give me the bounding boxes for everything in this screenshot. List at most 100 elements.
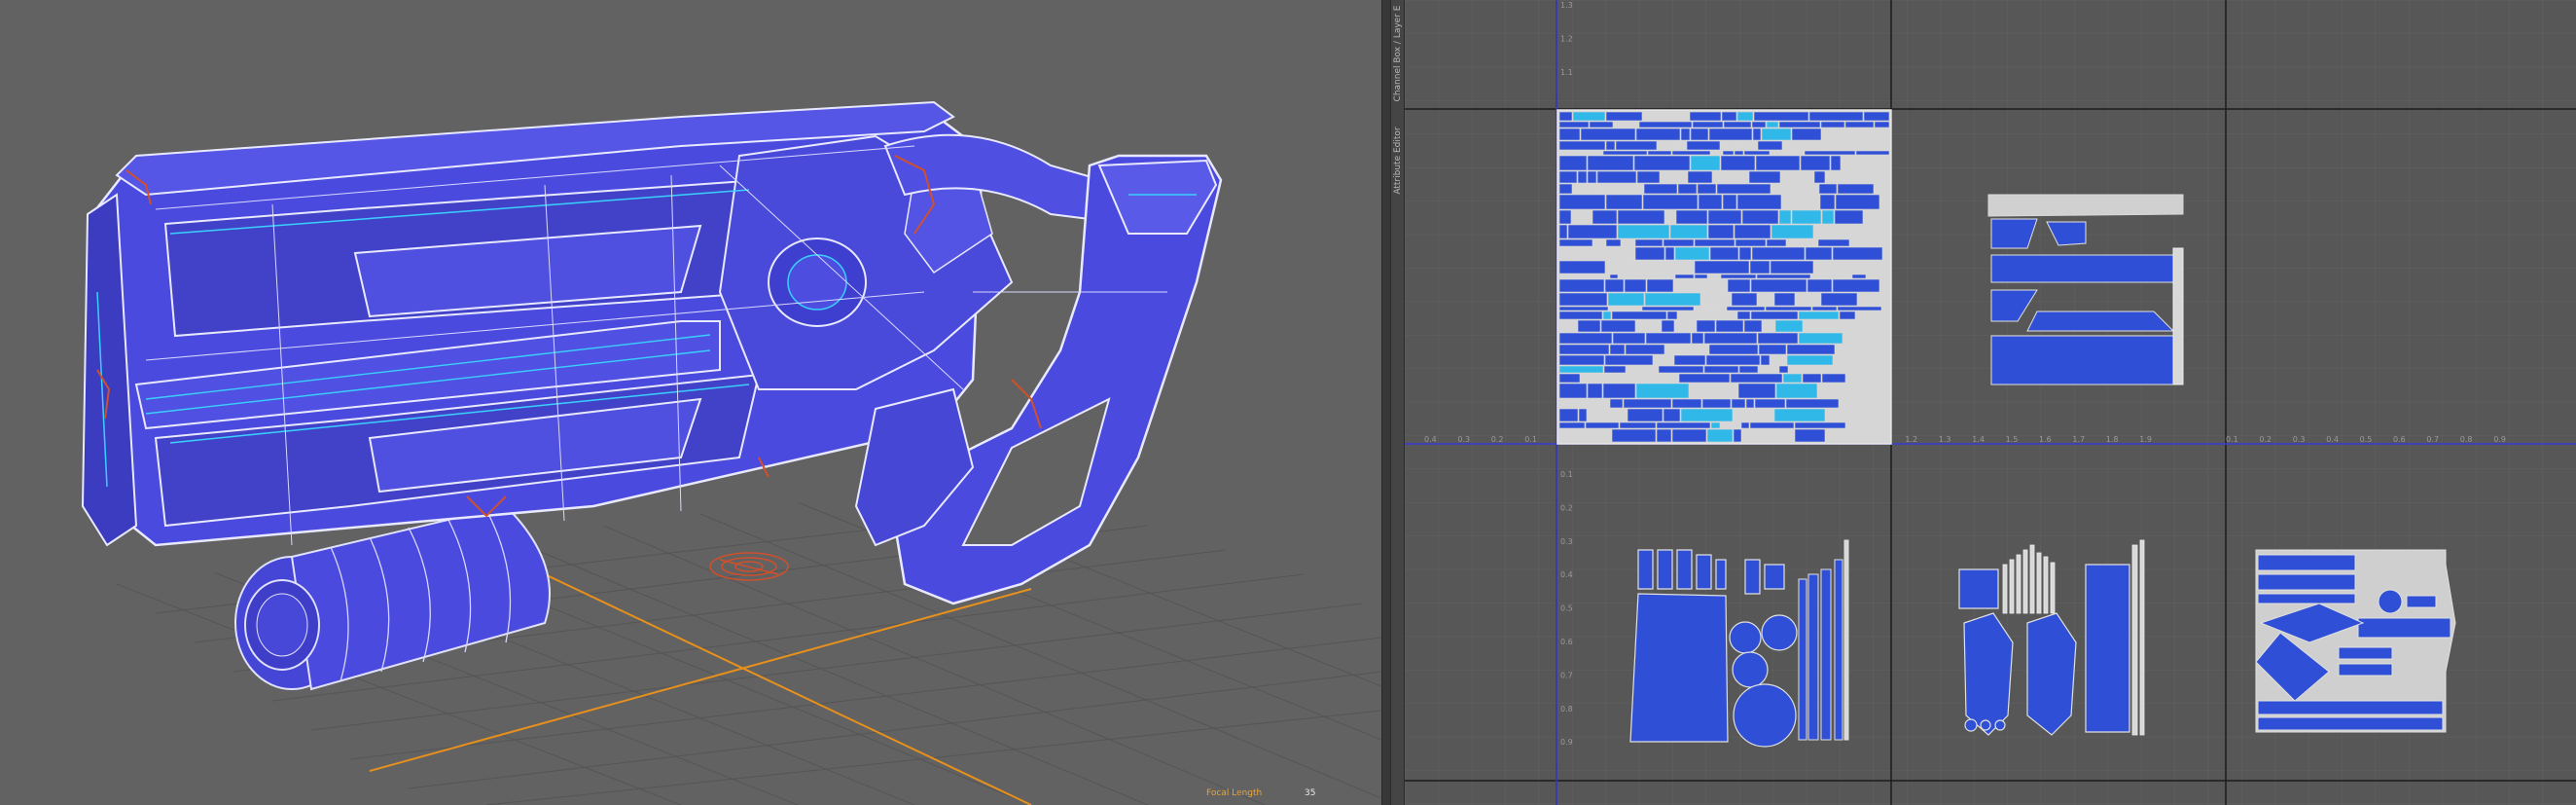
uv-shell[interactable] [1766,121,1779,128]
uv-shell[interactable] [1741,428,1795,443]
uv-shell[interactable] [1771,183,1819,195]
uv-shell[interactable] [1558,260,1606,274]
uv-shell[interactable] [1820,121,1845,128]
uv-shell[interactable] [1558,194,1606,210]
uv-shell[interactable] [1798,311,1840,320]
viewport-canvas[interactable] [0,0,1381,805]
uv-shell[interactable] [1743,150,1771,156]
uv-shell[interactable] [1720,140,1736,151]
uv-shell[interactable] [1585,421,1620,429]
uv-shell[interactable] [1607,246,1635,261]
uv-shell[interactable] [1580,128,1636,141]
uv-shell[interactable] [1676,140,1687,151]
uv-shell[interactable] [1757,292,1774,307]
uv-shell[interactable] [1638,121,1693,128]
uv-shell[interactable] [1818,183,1838,195]
uv-shell[interactable] [1707,224,1735,239]
uv-shell[interactable] [1694,238,1735,247]
uv-shell[interactable] [1669,224,1708,239]
uv-shell[interactable] [1694,306,1727,311]
uv-shell[interactable] [1720,274,1757,279]
uv-shell[interactable] [1558,306,1609,311]
uv-shell[interactable] [1736,111,1754,122]
uv-shell[interactable] [1615,140,1658,151]
uv-shell[interactable] [1642,111,1690,122]
uv-shell[interactable] [1677,311,1719,320]
uv-shell[interactable] [1558,383,1588,399]
uv-shell[interactable] [1813,224,1829,239]
uv-shell[interactable] [1782,140,1830,151]
uv-shell[interactable] [1758,365,1779,374]
uv-shell[interactable] [1558,354,1605,366]
uv-shell[interactable] [1578,408,1588,422]
uv-shell[interactable] [1600,319,1636,333]
tab-channel-box[interactable]: Channel Box / Layer E [1391,0,1405,107]
uv-shell[interactable] [1577,246,1608,261]
uv-shell[interactable] [1874,121,1890,128]
uv-shell[interactable] [1558,246,1578,261]
uv-shell[interactable] [1800,155,1831,171]
uv-shell[interactable] [1773,408,1826,422]
uv-shell[interactable] [1813,260,1864,274]
uv-shell[interactable] [1664,344,1709,355]
uv-shell[interactable] [1635,383,1690,399]
uv-shell[interactable] [1834,209,1864,225]
uv-shell[interactable] [1589,121,1614,128]
uv-shell[interactable] [1734,224,1771,239]
uv-shell[interactable] [1749,421,1795,429]
uv-shell[interactable] [1607,292,1645,307]
uv-shell[interactable] [1694,260,1750,274]
uv-shell[interactable] [1613,121,1639,128]
uv-shell[interactable] [1752,128,1762,141]
uv-shell[interactable] [1726,306,1766,311]
uv-shell[interactable] [1780,170,1814,184]
uv-shell[interactable] [1703,365,1739,374]
uv-shell[interactable] [1760,354,1771,366]
uv-shell[interactable] [1821,209,1835,225]
uv-shell[interactable] [1633,155,1691,171]
uv-shell[interactable] [1609,398,1624,409]
uv-shell[interactable] [1778,121,1821,128]
uv-shell[interactable] [1609,274,1619,279]
uv-shell[interactable] [1733,428,1742,443]
uv-shell[interactable] [1705,354,1761,366]
uv-shell[interactable] [1617,209,1665,225]
uv-shell[interactable] [1751,121,1767,128]
uv-shell[interactable] [1748,170,1781,184]
uv-shell[interactable] [1751,246,1806,261]
uv-shell[interactable] [1671,150,1711,156]
uv-shell[interactable] [1599,183,1644,195]
uv-shell[interactable] [1736,311,1751,320]
uv-shell[interactable] [1673,278,1728,293]
uv-shell[interactable] [1689,383,1738,399]
uv-shell[interactable] [1708,344,1759,355]
uv-shell[interactable] [1773,292,1796,307]
uv-shell[interactable] [1753,111,1809,122]
uv-shell[interactable] [1567,224,1618,239]
uv-shell[interactable] [1664,246,1675,261]
locator-object[interactable] [709,552,789,581]
uv-shell[interactable] [1731,398,1746,409]
uv-shell[interactable] [1757,332,1799,345]
uv-shell[interactable] [1634,238,1664,247]
uv-shell[interactable] [1723,121,1752,128]
uv-shell[interactable] [1830,155,1842,171]
uv-shell[interactable] [1775,383,1818,399]
uv-shell[interactable] [1558,170,1578,184]
uv-shell[interactable] [1558,292,1608,307]
uv-shell[interactable] [1722,194,1737,210]
uv-shell[interactable] [1646,278,1674,293]
uv-shell[interactable] [1605,238,1622,247]
uv-shell[interactable] [1602,311,1612,320]
uv-shell[interactable] [1727,278,1751,293]
uv-shell[interactable] [1558,408,1579,422]
uv-shell[interactable] [1720,421,1741,429]
uv-shell[interactable] [1708,128,1753,141]
uv-shell[interactable] [1721,111,1737,122]
uv-shell[interactable] [1604,278,1625,293]
uv-shell[interactable] [1802,373,1822,384]
uv-shell[interactable] [1770,354,1787,366]
uv-shell[interactable] [1738,246,1752,261]
uv-shell[interactable] [1621,238,1635,247]
uv-shell[interactable] [1673,354,1706,366]
